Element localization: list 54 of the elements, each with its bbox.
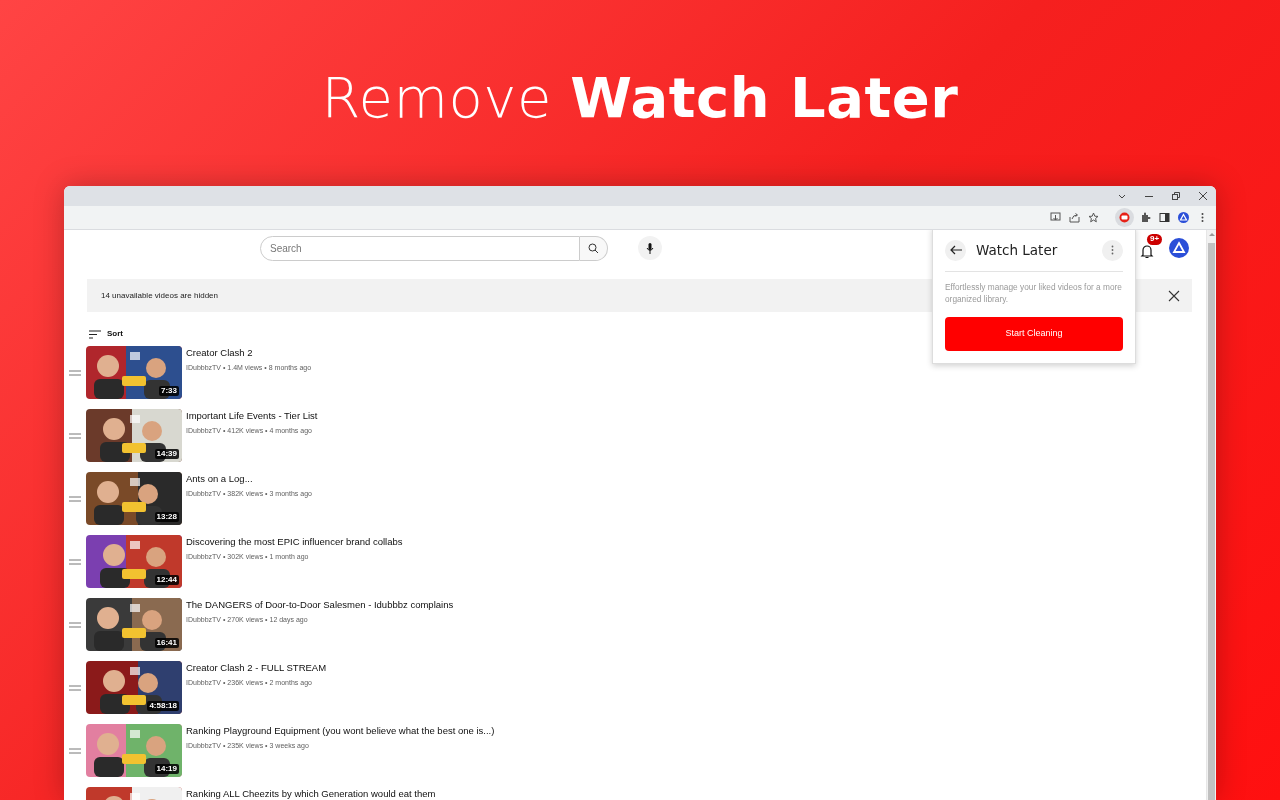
duration-label: 12:44 [154, 574, 179, 585]
puzzle-icon[interactable] [1139, 212, 1151, 223]
video-title[interactable]: Creator Clash 2 - FULL STREAM [186, 662, 327, 674]
popup-description: Effortlessly manage your liked videos for a more organized library. [945, 282, 1123, 306]
bell-icon [1140, 244, 1154, 259]
close-icon[interactable] [1198, 192, 1207, 200]
chevron-down-icon[interactable] [1117, 193, 1126, 199]
drag-handle-icon[interactable] [69, 622, 81, 628]
search-icon [588, 242, 599, 254]
drag-handle-icon[interactable] [69, 496, 81, 502]
duration-label: 14:39 [154, 448, 179, 459]
video-title[interactable]: Creator Clash 2 [186, 347, 312, 359]
scrollbar-thumb[interactable] [1208, 243, 1215, 800]
drag-handle-icon[interactable] [69, 433, 81, 439]
sort-button[interactable]: Sort [107, 328, 123, 340]
profile-avatar-icon[interactable] [1177, 212, 1189, 223]
duration-label: 4:58:18 [147, 700, 179, 711]
side-panel-icon[interactable] [1158, 212, 1170, 223]
search-field[interactable]: Search [260, 235, 580, 261]
duration-label: 13:28 [154, 511, 179, 522]
extension-icon[interactable] [1119, 212, 1130, 223]
close-icon[interactable] [1168, 290, 1180, 302]
video-title[interactable]: Important Life Events - Tier List [186, 410, 318, 422]
scrollbar[interactable] [1206, 230, 1216, 800]
start-cleaning-button[interactable]: Start Cleaning [945, 317, 1123, 352]
restore-icon[interactable] [1171, 192, 1180, 200]
microphone-button[interactable] [638, 236, 662, 260]
share-icon[interactable] [1068, 212, 1080, 223]
notification-badge: 9+ [1147, 234, 1163, 245]
drag-handle-icon[interactable] [69, 559, 81, 565]
headline: Remove Watch Later [321, 70, 959, 126]
drag-handle-icon[interactable] [69, 748, 81, 754]
drag-handle-icon[interactable] [69, 370, 81, 376]
minimize-icon[interactable] [1144, 195, 1153, 197]
video-title[interactable]: Ranking ALL Cheezits by which Generation would eat them [186, 788, 436, 800]
video-title[interactable]: Ranking Playground Equipment (you wont believe what the best one is...) [186, 725, 495, 737]
video-title[interactable]: Discovering the most EPIC influencer brand collabs [186, 536, 403, 548]
back-button[interactable] [945, 239, 966, 261]
install-icon[interactable] [1049, 212, 1061, 223]
duration-label: 16:41 [154, 637, 179, 648]
duration-label: 14:19 [154, 763, 179, 774]
back-arrow-icon [949, 245, 962, 255]
video-title[interactable]: Ants on a Log... [186, 473, 312, 485]
sort-icon[interactable] [89, 329, 101, 339]
star-icon[interactable] [1087, 212, 1099, 223]
duration-label: 7:33 [159, 385, 179, 396]
video-title[interactable]: The DANGERS of Door-to-Door Salesmen - Idubbbz complains [186, 599, 454, 611]
notice-text: 14 unavailable videos are hidden [101, 289, 218, 302]
popup-title: Watch Later [976, 240, 1059, 260]
search-button[interactable] [580, 235, 608, 261]
drag-handle-icon[interactable] [69, 685, 81, 691]
microphone-icon [646, 242, 654, 254]
kebab-menu-icon [1111, 245, 1114, 255]
avatar-icon[interactable] [1169, 238, 1189, 258]
